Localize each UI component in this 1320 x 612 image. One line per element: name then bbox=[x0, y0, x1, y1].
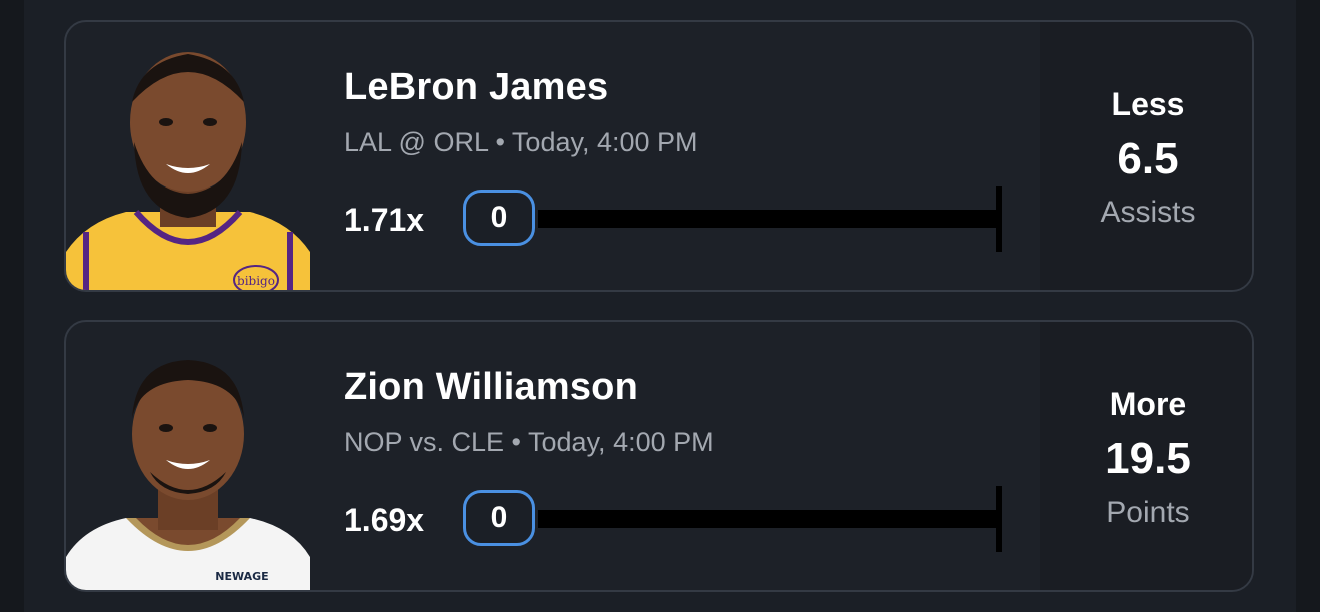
player-name: Zion Williamson bbox=[344, 366, 638, 408]
game-info: NOP vs. CLE • Today, 4:00 PM bbox=[344, 427, 714, 457]
current-stat-value: 0 bbox=[463, 490, 535, 546]
payout-multiplier: 1.69x bbox=[344, 502, 425, 538]
prop-panel[interactable]: Less 6.5 Assists bbox=[1040, 22, 1252, 290]
svg-text:bibigo: bibigo bbox=[237, 274, 275, 288]
pick-card[interactable]: NEWAGE Zion Williamson NOP vs. CLE • Tod… bbox=[64, 320, 1254, 592]
prop-panel[interactable]: More 19.5 Points bbox=[1040, 322, 1252, 590]
prop-stat-type: Points bbox=[1106, 496, 1190, 529]
prop-direction: More bbox=[1109, 386, 1187, 422]
player-photo: NEWAGE bbox=[66, 322, 310, 590]
prop-line-value: 19.5 bbox=[1105, 434, 1191, 483]
game-info: LAL @ ORL • Today, 4:00 PM bbox=[344, 127, 698, 157]
page: bibigo LeBron James LAL @ ORL • Today, 4… bbox=[0, 0, 1320, 612]
prop-stat-type: Assists bbox=[1100, 196, 1196, 229]
svg-text:NEWAGE: NEWAGE bbox=[215, 570, 268, 583]
player-photo: bibigo bbox=[66, 22, 310, 290]
pick-card[interactable]: bibigo LeBron James LAL @ ORL • Today, 4… bbox=[64, 20, 1254, 292]
progress-track bbox=[538, 210, 1000, 228]
player-name: LeBron James bbox=[344, 66, 609, 108]
progress-target-marker bbox=[996, 186, 1002, 252]
progress-track bbox=[538, 510, 1000, 528]
current-stat-value: 0 bbox=[463, 190, 535, 246]
prop-line-value: 6.5 bbox=[1117, 134, 1179, 183]
progress-target-marker bbox=[996, 486, 1002, 552]
payout-multiplier: 1.71x bbox=[344, 202, 425, 238]
prop-direction: Less bbox=[1111, 86, 1185, 122]
